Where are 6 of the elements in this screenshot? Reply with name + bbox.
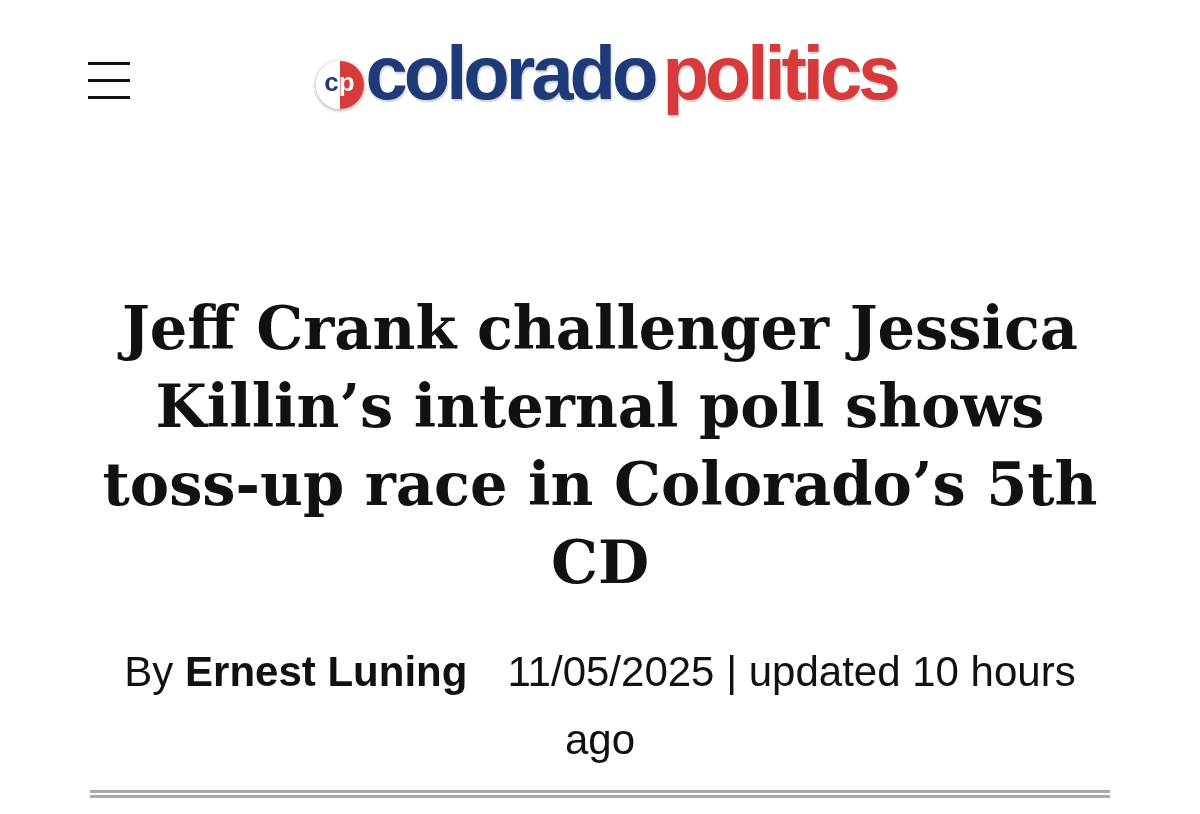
article-headline: Jeff Crank challenger Jessica Killin’s internal poll shows toss-up race in Colorado’s 5th CD <box>101 293 1099 599</box>
author-link[interactable]: Ernest Luning <box>185 648 468 695</box>
publish-date: 11/05/2025 | updated 10 hours ago <box>507 648 1076 763</box>
logo-wordmark: colorado <box>365 35 655 117</box>
byline-prefix: By <box>124 648 174 695</box>
logo-wordmark: politics <box>662 35 897 117</box>
